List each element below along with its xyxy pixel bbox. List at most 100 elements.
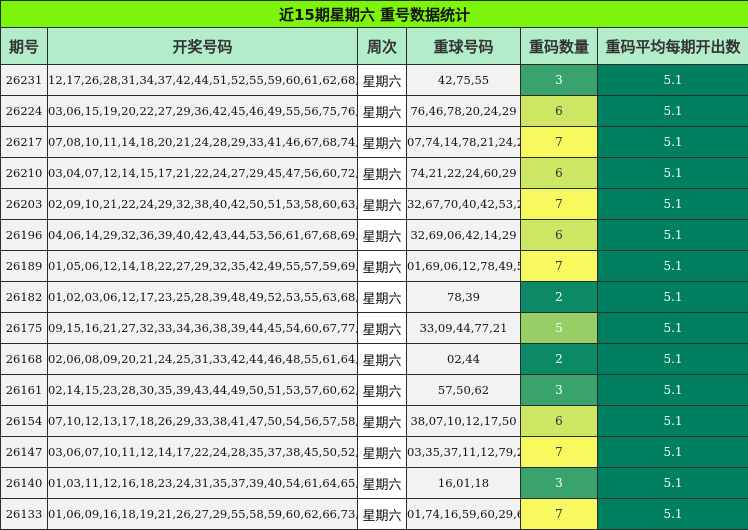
repeat-numbers-cell: 42,75,55 <box>407 65 521 96</box>
repeat-numbers-cell: 16,01,18 <box>407 468 521 499</box>
table-title: 近15期星期六 重号数据统计 <box>1 1 748 28</box>
weekday-cell: 星期六 <box>358 437 407 468</box>
repeat-count-cell: 7 <box>521 251 598 282</box>
table-row: 2620302,09,10,21,22,24,29,32,38,40,42,50… <box>1 189 748 220</box>
weekday-cell: 星期六 <box>358 313 407 344</box>
draw-numbers-cell: 02,14,15,23,28,30,35,39,43,44,49,50,51,5… <box>48 375 358 406</box>
repeat-count-cell: 6 <box>521 158 598 189</box>
draw-numbers-cell: 02,09,10,21,22,24,29,32,38,40,42,50,51,5… <box>48 189 358 220</box>
weekday-cell: 星期六 <box>358 499 407 530</box>
repeat-count-cell: 2 <box>521 282 598 313</box>
stats-table: 近15期星期六 重号数据统计 期号 开奖号码 周次 重球号码 重码数量 重码平均… <box>0 0 748 530</box>
repeat-count-cell: 7 <box>521 437 598 468</box>
repeat-numbers-cell: 02,44 <box>407 344 521 375</box>
average-cell: 5.1 <box>598 282 748 313</box>
repeat-numbers-cell: 76,46,78,20,24,29 <box>407 96 521 127</box>
draw-numbers-cell: 07,08,10,11,14,18,20,21,24,28,29,33,41,4… <box>48 127 358 158</box>
average-cell: 5.1 <box>598 313 748 344</box>
average-cell: 5.1 <box>598 96 748 127</box>
table-row: 2617509,15,16,21,27,32,33,34,36,38,39,44… <box>1 313 748 344</box>
weekday-cell: 星期六 <box>358 406 407 437</box>
table-row: 2616102,14,15,23,28,30,35,39,43,44,49,50… <box>1 375 748 406</box>
period-cell: 26161 <box>1 375 48 406</box>
period-cell: 26224 <box>1 96 48 127</box>
period-cell: 26182 <box>1 282 48 313</box>
repeat-numbers-cell: 57,50,62 <box>407 375 521 406</box>
table-row: 2621003,04,07,12,14,15,17,21,22,24,27,29… <box>1 158 748 189</box>
table-row: 2621707,08,10,11,14,18,20,21,24,28,29,33… <box>1 127 748 158</box>
weekday-cell: 星期六 <box>358 344 407 375</box>
weekday-cell: 星期六 <box>358 375 407 406</box>
table-row: 2618901,05,06,12,14,18,22,27,29,32,35,42… <box>1 251 748 282</box>
draw-numbers-cell: 12,17,26,28,31,34,37,42,44,51,52,55,59,6… <box>48 65 358 96</box>
repeat-count-cell: 2 <box>521 344 598 375</box>
header-repeat-count: 重码数量 <box>521 28 598 65</box>
average-cell: 5.1 <box>598 127 748 158</box>
draw-numbers-cell: 07,10,12,13,17,18,26,29,33,38,41,47,50,5… <box>48 406 358 437</box>
period-cell: 26133 <box>1 499 48 530</box>
draw-numbers-cell: 01,03,11,12,16,18,23,24,31,35,37,39,40,5… <box>48 468 358 499</box>
period-cell: 26154 <box>1 406 48 437</box>
draw-numbers-cell: 09,15,16,21,27,32,33,34,36,38,39,44,45,5… <box>48 313 358 344</box>
draw-numbers-cell: 01,05,06,12,14,18,22,27,29,32,35,42,49,5… <box>48 251 358 282</box>
period-cell: 26203 <box>1 189 48 220</box>
period-cell: 26140 <box>1 468 48 499</box>
repeat-numbers-cell: 07,74,14,78,21,24,29 <box>407 127 521 158</box>
draw-numbers-cell: 01,02,03,06,12,17,23,25,28,39,48,49,52,5… <box>48 282 358 313</box>
period-cell: 26231 <box>1 65 48 96</box>
weekday-cell: 星期六 <box>358 127 407 158</box>
repeat-count-cell: 6 <box>521 406 598 437</box>
header-draw-numbers: 开奖号码 <box>48 28 358 65</box>
average-cell: 5.1 <box>598 189 748 220</box>
average-cell: 5.1 <box>598 499 748 530</box>
repeat-numbers-cell: 38,07,10,12,17,50 <box>407 406 521 437</box>
period-cell: 26217 <box>1 127 48 158</box>
repeat-count-cell: 3 <box>521 65 598 96</box>
weekday-cell: 星期六 <box>358 468 407 499</box>
table-row: 2623112,17,26,28,31,34,37,42,44,51,52,55… <box>1 65 748 96</box>
repeat-count-cell: 6 <box>521 220 598 251</box>
draw-numbers-cell: 01,06,09,16,18,19,21,26,27,29,55,58,59,6… <box>48 499 358 530</box>
draw-numbers-cell: 04,06,14,29,32,36,39,40,42,43,44,53,56,6… <box>48 220 358 251</box>
period-cell: 26189 <box>1 251 48 282</box>
weekday-cell: 星期六 <box>358 282 407 313</box>
weekday-cell: 星期六 <box>358 65 407 96</box>
draw-numbers-cell: 03,06,15,19,20,22,27,29,36,42,45,46,49,5… <box>48 96 358 127</box>
repeat-count-cell: 7 <box>521 127 598 158</box>
period-cell: 26147 <box>1 437 48 468</box>
repeat-count-cell: 6 <box>521 96 598 127</box>
repeat-count-cell: 3 <box>521 375 598 406</box>
repeat-numbers-cell: 01,69,06,12,78,49,55 <box>407 251 521 282</box>
repeat-count-cell: 7 <box>521 189 598 220</box>
weekday-cell: 星期六 <box>358 251 407 282</box>
repeat-numbers-cell: 32,69,06,42,14,29 <box>407 220 521 251</box>
weekday-cell: 星期六 <box>358 220 407 251</box>
table-body: 2623112,17,26,28,31,34,37,42,44,51,52,55… <box>1 65 748 530</box>
repeat-count-cell: 3 <box>521 468 598 499</box>
table-row: 2615407,10,12,13,17,18,26,29,33,38,41,47… <box>1 406 748 437</box>
header-row: 期号 开奖号码 周次 重球号码 重码数量 重码平均每期开出数 <box>1 28 748 65</box>
repeat-count-cell: 7 <box>521 499 598 530</box>
header-weekday: 周次 <box>358 28 407 65</box>
weekday-cell: 星期六 <box>358 96 407 127</box>
repeat-numbers-cell: 03,35,37,11,12,79,24 <box>407 437 521 468</box>
average-cell: 5.1 <box>598 468 748 499</box>
draw-numbers-cell: 03,04,07,12,14,15,17,21,22,24,27,29,45,4… <box>48 158 358 189</box>
header-repeat-numbers: 重球号码 <box>407 28 521 65</box>
draw-numbers-cell: 02,06,08,09,20,21,24,25,31,33,42,44,46,4… <box>48 344 358 375</box>
table-row: 2614001,03,11,12,16,18,23,24,31,35,37,39… <box>1 468 748 499</box>
table-row: 2616802,06,08,09,20,21,24,25,31,33,42,44… <box>1 344 748 375</box>
repeat-count-cell: 5 <box>521 313 598 344</box>
weekday-cell: 星期六 <box>358 158 407 189</box>
average-cell: 5.1 <box>598 251 748 282</box>
title-row: 近15期星期六 重号数据统计 <box>1 1 748 28</box>
weekday-cell: 星期六 <box>358 189 407 220</box>
average-cell: 5.1 <box>598 65 748 96</box>
repeat-numbers-cell: 78,39 <box>407 282 521 313</box>
period-cell: 26175 <box>1 313 48 344</box>
draw-numbers-cell: 03,06,07,10,11,12,14,17,22,24,28,35,37,3… <box>48 437 358 468</box>
average-cell: 5.1 <box>598 220 748 251</box>
repeat-numbers-cell: 74,21,22,24,60,29 <box>407 158 521 189</box>
table-row: 2613301,06,09,16,18,19,21,26,27,29,55,58… <box>1 499 748 530</box>
average-cell: 5.1 <box>598 375 748 406</box>
